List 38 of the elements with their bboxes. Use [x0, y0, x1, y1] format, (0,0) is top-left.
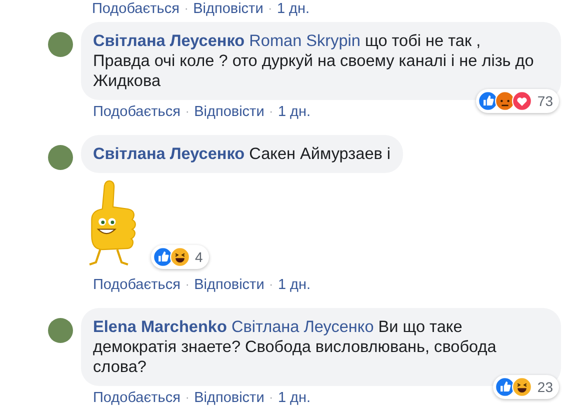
separator-dot: ·	[269, 105, 273, 120]
separator-dot: ·	[185, 391, 190, 406]
reactions-badge[interactable]: 73	[476, 89, 559, 113]
mention-link[interactable]: Roman Skrypin	[249, 32, 360, 50]
action-link[interactable]: Подобається	[93, 276, 180, 294]
timestamp: 1 дн.	[278, 103, 311, 121]
author-link[interactable]: Світлана Леусенко	[93, 32, 245, 50]
action-link[interactable]: Відповісти	[194, 389, 264, 407]
separator-dot: ·	[185, 105, 190, 120]
author-link[interactable]: Elena Marchenko	[93, 318, 227, 336]
comment-text: Світлана Леусенко Сакен Аймурзаев і	[93, 144, 391, 164]
separator-dot: ·	[269, 278, 273, 293]
haha-reaction-icon	[512, 377, 532, 397]
action-link[interactable]: Відповісти	[194, 276, 264, 294]
comment-text: Світлана Леусенко Roman Skrypin що тобі не так , Правда очі коле ? ото дуркуй на своему каналі і не лізь до Жидкова	[93, 31, 535, 91]
mention-link[interactable]: Світлана Леусенко	[231, 318, 374, 336]
action-link[interactable]: Подобається	[92, 0, 180, 18]
timestamp: 1 дн.	[278, 389, 311, 407]
timestamp: 1 дн.	[278, 276, 311, 294]
reactions-badge[interactable]: 4	[151, 245, 209, 269]
avatar-photo-placeholder[interactable]	[48, 318, 73, 343]
comment-text: Elena Marchenko Світлана Леусенко Ви що таке демократія знаете? Свобода висловлювань, свобода слова?	[93, 317, 498, 377]
reactions-badge[interactable]: 23	[493, 375, 559, 399]
timestamp: 1 дн.	[276, 0, 310, 18]
separator-dot: ·	[185, 278, 190, 293]
avatar-photo-placeholder[interactable]	[48, 32, 73, 57]
author-link[interactable]: Світлана Леусенко	[93, 145, 245, 163]
action-link[interactable]: Відповісти	[193, 0, 264, 18]
separator-dot: ·	[268, 2, 272, 17]
action-link[interactable]: Відповісти	[194, 103, 264, 121]
like-reaction-icon	[153, 247, 173, 267]
haha-reaction-icon	[170, 247, 190, 267]
action-link[interactable]: Подобається	[93, 103, 180, 121]
separator-dot: ·	[269, 391, 273, 406]
separator-dot: ·	[184, 2, 188, 17]
action-link[interactable]: Подобається	[93, 389, 180, 407]
love-reaction-icon	[512, 91, 532, 111]
avatar-photo-placeholder[interactable]	[48, 145, 73, 170]
